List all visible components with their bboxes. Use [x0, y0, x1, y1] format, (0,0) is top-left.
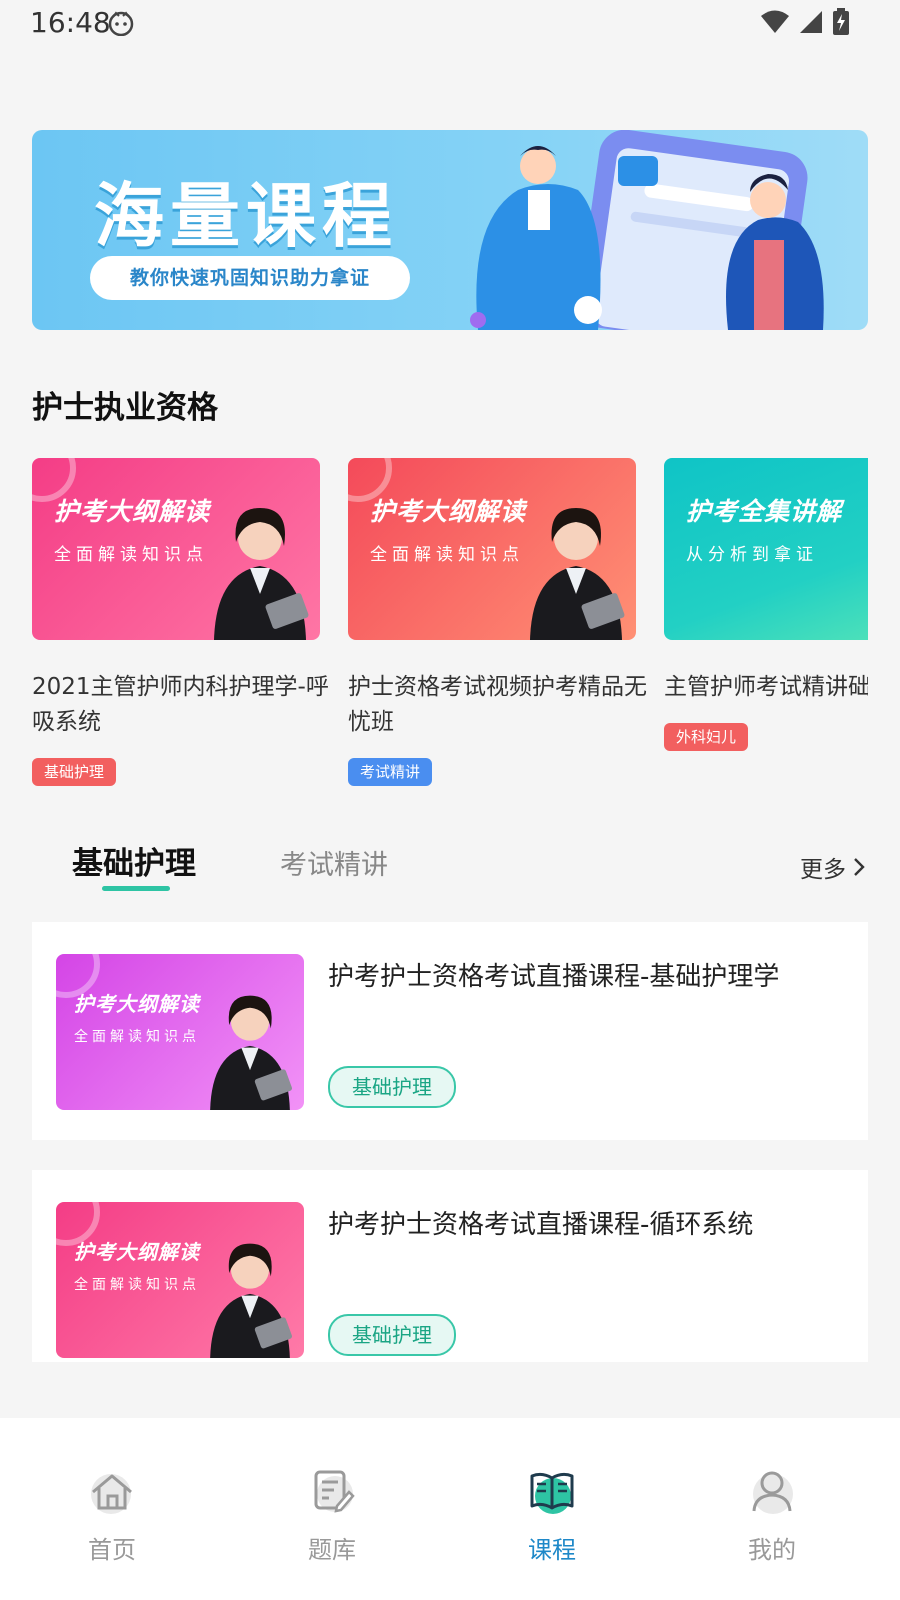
- banner-title: 海量课程: [94, 175, 398, 257]
- instructor-image: [530, 508, 625, 640]
- instructor-image: [210, 1243, 292, 1358]
- list-item[interactable]: 护考大纲解读 全面解读知识点 护考护士资格考试直播课程-循环系统 基础护理: [32, 1170, 868, 1362]
- course-thumbnail: 护考全集讲解 从分析到拿证: [664, 458, 868, 640]
- thumbnail-title: 护考大纲解读: [370, 497, 527, 526]
- banner-subtitle: 教你快速巩固知识助力拿证: [90, 256, 410, 300]
- nav-label: 课程: [528, 1536, 576, 1564]
- tab-exam-lectures[interactable]: 考试精讲: [280, 843, 388, 882]
- book-icon: [530, 1472, 574, 1514]
- home-icon: [91, 1474, 132, 1514]
- nav-label: 我的: [748, 1536, 796, 1564]
- wifi-icon: [761, 10, 789, 33]
- list-item-title: 护考护士资格考试直播课程-基础护理学: [328, 962, 780, 992]
- course-carousel[interactable]: 护考大纲解读 全面解读知识点 2021主管护师内科护理学-呼吸系统 基础护理 护…: [32, 458, 868, 798]
- course-card[interactable]: 护考全集讲解 从分析到拿证 主管护师考试精讲础外科妇儿 外科妇儿: [664, 458, 868, 751]
- status-time: 16:48: [30, 6, 111, 39]
- course-thumbnail: 护考大纲解读 全面解读知识点: [32, 458, 320, 640]
- course-thumbnail: 护考大纲解读 全面解读知识点: [348, 458, 636, 640]
- thumbnail-subtitle: 全面解读知识点: [370, 545, 524, 565]
- tab-basic-nursing[interactable]: 基础护理: [72, 838, 196, 883]
- thumbnail-title: 护考大纲解读: [74, 1240, 200, 1264]
- thumbnail-title: 护考大纲解读: [54, 497, 211, 526]
- course-name: 主管护师考试精讲础外科妇儿: [664, 674, 868, 700]
- nav-item-profile[interactable]: 我的: [712, 1466, 832, 1565]
- chevron-right-icon: [854, 858, 865, 876]
- thumbnail-subtitle: 全面解读知识点: [54, 545, 208, 565]
- signal-icon: [800, 11, 822, 33]
- course-name: 2021主管护师内科护理学-呼吸系统: [32, 674, 329, 735]
- thumbnail-title: 护考大纲解读: [74, 992, 200, 1016]
- thumbnail-subtitle: 从分析到拿证: [686, 545, 818, 565]
- bottom-navigation: 首页 题库 课程 我的: [0, 1418, 900, 1600]
- nav-item-question-bank[interactable]: 题库: [272, 1466, 392, 1565]
- more-label: 更多: [800, 857, 846, 883]
- list-item-tag: 基础护理: [328, 1314, 456, 1356]
- active-tab-indicator: [102, 886, 170, 891]
- course-thumbnail: 护考大纲解读 全面解读知识点: [56, 1202, 304, 1358]
- status-bar: 16:48: [0, 0, 900, 50]
- thumbnail-subtitle: 全面解读知识点: [74, 1029, 200, 1045]
- promo-banner[interactable]: 海量课程 教你快速巩固知识助力拿证: [32, 130, 868, 330]
- course-card[interactable]: 护考大纲解读 全面解读知识点 2021主管护师内科护理学-呼吸系统 基础护理: [32, 458, 329, 786]
- battery-icon: [833, 8, 849, 35]
- course-tag: 考试精讲: [348, 758, 433, 786]
- instructor-image: [210, 995, 292, 1110]
- list-item-title: 护考护士资格考试直播课程-循环系统: [328, 1210, 754, 1240]
- nav-label: 首页: [88, 1536, 136, 1564]
- list-item-tag: 基础护理: [328, 1066, 456, 1108]
- question-bank-icon: [314, 1470, 355, 1513]
- thumbnail-subtitle: 全面解读知识点: [74, 1277, 200, 1293]
- user-icon: [752, 1471, 793, 1514]
- notification-face-icon: [108, 11, 134, 36]
- course-tag: 基础护理: [32, 758, 117, 786]
- nav-label: 题库: [308, 1536, 356, 1564]
- more-link[interactable]: 更多: [800, 850, 866, 884]
- nav-item-home[interactable]: 首页: [52, 1466, 172, 1565]
- nav-item-courses[interactable]: 课程: [492, 1466, 612, 1565]
- section-title: 护士执业资格: [32, 390, 218, 426]
- instructor-image: [214, 508, 309, 640]
- course-tag: 外科妇儿: [664, 723, 749, 751]
- list-item[interactable]: 护考大纲解读 全面解读知识点 护考护士资格考试直播课程-基础护理学 基础护理: [32, 922, 868, 1140]
- banner-illustration: [470, 130, 824, 330]
- course-name: 护士资格考试视频护考精品无忧班: [348, 674, 647, 735]
- thumbnail-title: 护考全集讲解: [686, 497, 843, 526]
- course-card[interactable]: 护考大纲解读 全面解读知识点 护士资格考试视频护考精品无忧班 考试精讲: [348, 458, 647, 786]
- course-thumbnail: 护考大纲解读 全面解读知识点: [56, 954, 304, 1110]
